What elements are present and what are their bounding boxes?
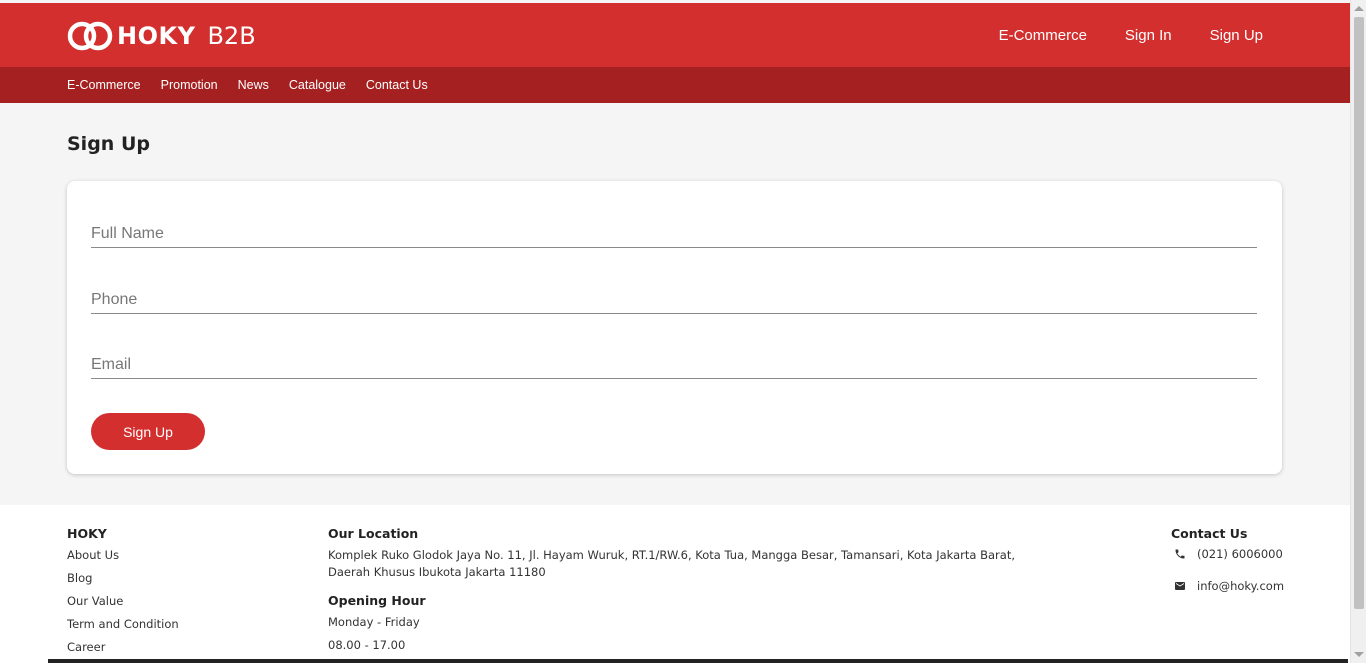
sub-nav: E-Commerce Promotion News Catalogue Cont…: [0, 67, 1350, 103]
full-name-input[interactable]: [91, 220, 1257, 247]
page-title: Sign Up: [67, 133, 150, 155]
top-nav-sign-in[interactable]: Sign In: [1125, 27, 1172, 44]
signup-form: Sign Up: [67, 181, 1282, 474]
footer-email: info@hoky.com: [1171, 579, 1284, 593]
footer-hours-title: Opening Hour: [328, 593, 426, 608]
sub-nav-promotion[interactable]: Promotion: [161, 78, 218, 92]
phone-field: [91, 286, 1257, 314]
sub-nav-catalogue[interactable]: Catalogue: [289, 78, 346, 92]
scroll-down-icon[interactable]: [1354, 652, 1364, 657]
sub-nav-news[interactable]: News: [238, 78, 269, 92]
footer-phone: (021) 6006000: [1171, 547, 1284, 561]
footer-hoky-column: HOKY About Us Blog Our Value Term and Co…: [67, 526, 179, 662]
footer-contact-title: Contact Us: [1171, 526, 1248, 541]
email-input[interactable]: [91, 351, 1257, 378]
footer-phone-text: (021) 6006000: [1197, 547, 1283, 561]
footer-link-about-us[interactable]: About Us: [67, 547, 179, 564]
footer-link-terms[interactable]: Term and Condition: [67, 616, 179, 633]
full-name-field: [91, 220, 1257, 248]
footer-link-blog[interactable]: Blog: [67, 570, 179, 587]
footer-address-line2: Daerah Khusus Ibukota Jakarta 11180: [328, 565, 546, 579]
footer-email-text[interactable]: info@hoky.com: [1197, 579, 1284, 593]
footer-location-title: Our Location: [328, 526, 419, 541]
footer-address-line1: Komplek Ruko Glodok Jaya No. 11, Jl. Hay…: [328, 548, 1015, 562]
footer-hours-time: 08.00 - 17.00: [328, 638, 406, 652]
top-nav-ecommerce[interactable]: E-Commerce: [999, 27, 1087, 44]
email-field: [91, 351, 1257, 379]
top-nav-sign-up[interactable]: Sign Up: [1210, 27, 1263, 44]
footer: HOKY About Us Blog Our Value Term and Co…: [0, 505, 1350, 663]
footer-link-our-value[interactable]: Our Value: [67, 593, 179, 610]
footer-contact-column: Contact Us (021) 6006000 info@hoky.com: [1171, 526, 1284, 611]
brand-suffix: B2B: [207, 22, 256, 50]
sign-up-button[interactable]: Sign Up: [91, 413, 205, 450]
footer-hoky-title: HOKY: [67, 526, 107, 541]
footer-link-career[interactable]: Career: [67, 639, 179, 656]
scroll-up-icon[interactable]: [1354, 6, 1364, 11]
phone-icon: [1175, 549, 1185, 559]
brand-logo[interactable]: HOKY B2B: [67, 20, 256, 52]
top-nav: E-Commerce Sign In Sign Up: [961, 3, 1263, 67]
vertical-scrollbar[interactable]: [1350, 0, 1366, 663]
top-header: HOKY B2B E-Commerce Sign In Sign Up: [0, 3, 1350, 67]
hoky-logo-icon: [67, 21, 113, 51]
footer-location-column: Our Location Komplek Ruko Glodok Jaya No…: [328, 526, 1028, 654]
mail-icon: [1175, 582, 1185, 590]
bottom-strip: [48, 659, 1348, 663]
phone-input[interactable]: [91, 286, 1257, 313]
sub-nav-ecommerce[interactable]: E-Commerce: [67, 78, 141, 92]
sub-nav-contact-us[interactable]: Contact Us: [366, 78, 428, 92]
brand-name: HOKY: [117, 22, 196, 50]
footer-hours-days: Monday - Friday: [328, 615, 420, 629]
scroll-thumb[interactable]: [1354, 17, 1364, 609]
